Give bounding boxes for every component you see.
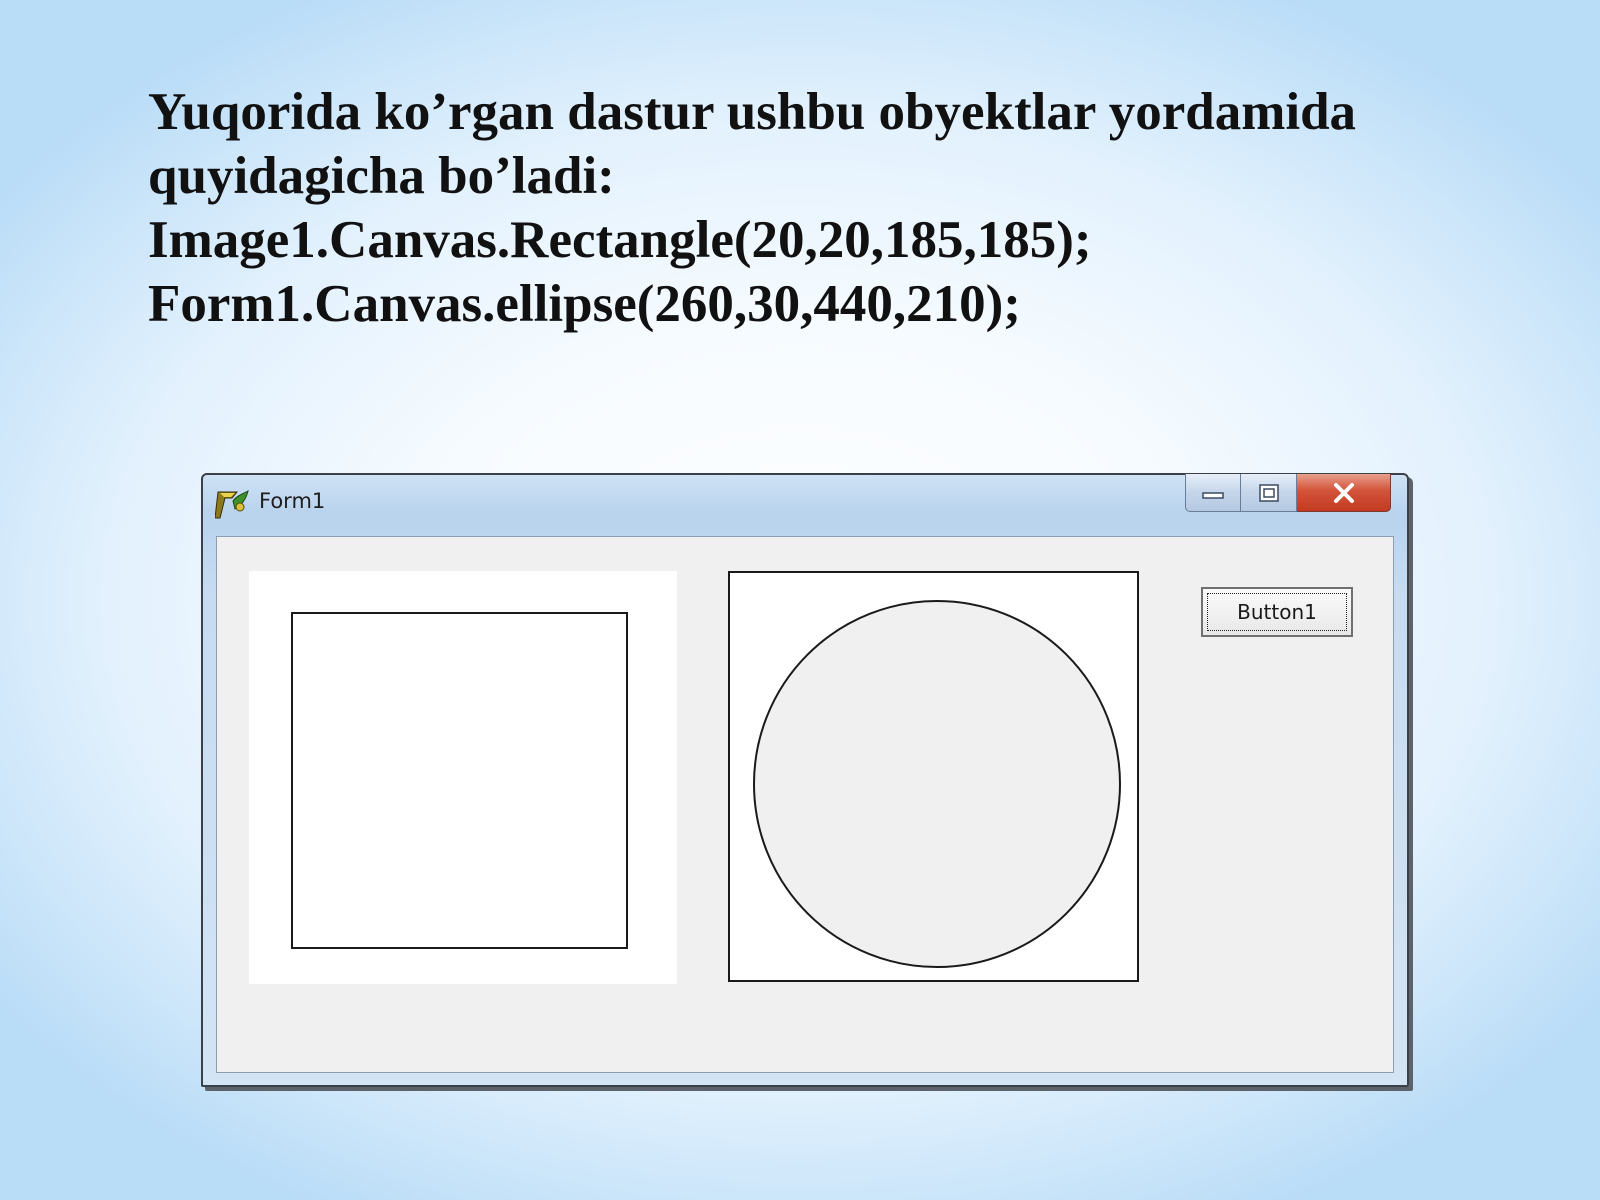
- minimize-icon: [1202, 491, 1224, 499]
- slide-text: Yuqorida ko’rgan dastur ushbu obyektlar …: [148, 80, 1468, 336]
- caption-buttons: [1185, 474, 1391, 512]
- maximize-button[interactable]: [1241, 474, 1297, 512]
- minimize-button[interactable]: [1185, 474, 1241, 512]
- form1-window: Form1 Button1: [201, 473, 1409, 1087]
- close-button[interactable]: [1297, 474, 1391, 512]
- image1-canvas: [249, 571, 677, 984]
- drawn-rectangle: [291, 612, 628, 949]
- close-icon: [1333, 482, 1354, 503]
- slide-text-line: Yuqorida ko’rgan dastur ushbu obyektlar …: [148, 83, 1357, 141]
- form-canvas-panel: [728, 571, 1139, 982]
- slide-text-line: quyidagicha bo’ladi:: [148, 147, 615, 205]
- maximize-icon: [1258, 483, 1279, 502]
- delphi-app-icon: [215, 489, 249, 519]
- code-line-ellipse: Form1.Canvas.ellipse(260,30,440,210);: [148, 275, 1021, 333]
- window-titlebar[interactable]: Form1: [203, 474, 1407, 531]
- code-line-rectangle: Image1.Canvas.Rectangle(20,20,185,185);: [148, 211, 1092, 269]
- window-title: Form1: [259, 489, 326, 513]
- form-client-area: Button1: [216, 536, 1394, 1073]
- button1-label: Button1: [1207, 593, 1347, 631]
- drawn-ellipse: [753, 600, 1121, 968]
- button1[interactable]: Button1: [1201, 587, 1353, 637]
